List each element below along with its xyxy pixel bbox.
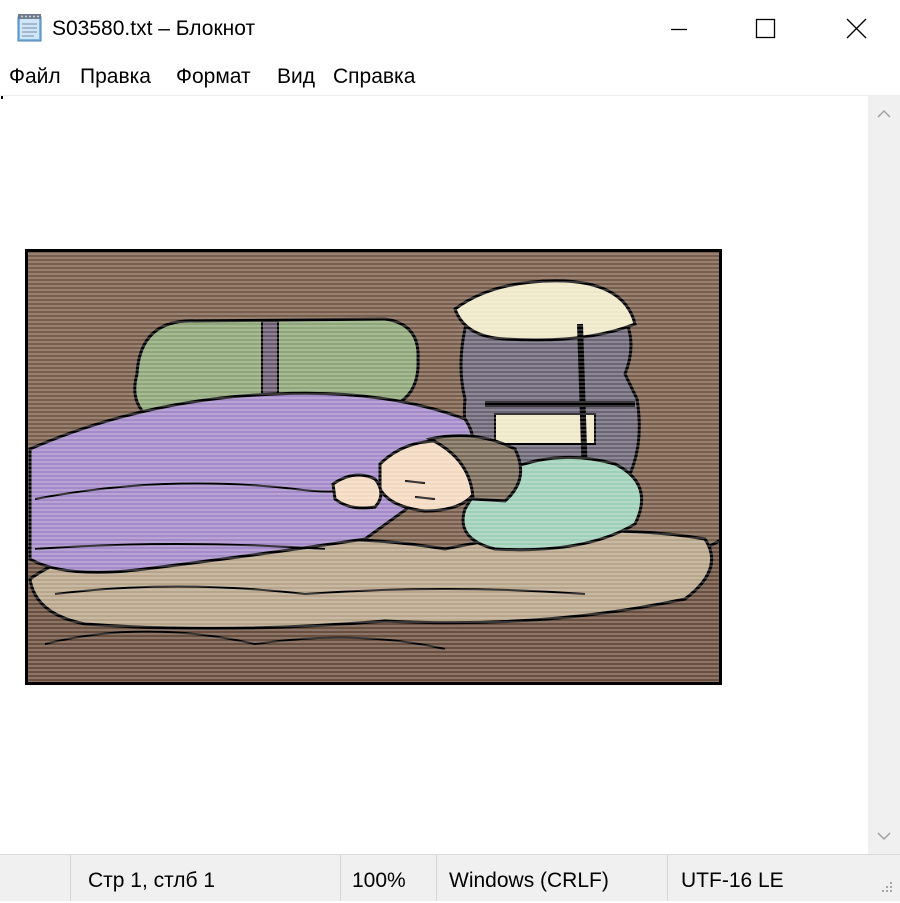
close-icon — [846, 18, 867, 39]
menu-file[interactable]: Файл — [9, 65, 61, 89]
zoom-level: 100% — [352, 869, 406, 892]
menu-format[interactable]: Формат — [176, 65, 251, 89]
scroll-up-button[interactable] — [868, 96, 900, 132]
maximize-icon — [755, 18, 776, 39]
maximize-button[interactable] — [720, 0, 812, 58]
status-separator — [667, 855, 668, 901]
notepad-icon — [16, 13, 44, 43]
menu-view[interactable]: Вид — [277, 65, 315, 89]
close-button[interactable] — [808, 0, 900, 58]
cursor-position: Стр 1, стлб 1 — [88, 869, 216, 892]
menu-help[interactable]: Справка — [333, 65, 415, 89]
resize-grip-icon[interactable] — [876, 878, 896, 898]
text-caret — [1, 96, 3, 99]
sleeping-camper-illustration — [23, 249, 724, 687]
scroll-up-arrow-icon — [877, 109, 891, 118]
menu-edit[interactable]: Правка — [80, 65, 151, 89]
encoding: UTF-16 LE — [681, 869, 784, 892]
minimize-button[interactable] — [632, 0, 724, 58]
scroll-down-arrow-icon — [877, 832, 891, 841]
vertical-scrollbar[interactable] — [868, 96, 900, 854]
status-separator — [70, 855, 71, 901]
line-ending: Windows (CRLF) — [449, 869, 609, 892]
status-separator — [436, 855, 437, 901]
status-separator — [340, 855, 341, 901]
scroll-down-button[interactable] — [868, 818, 900, 854]
menu-bar: Файл Правка Формат Вид Справка — [0, 58, 900, 96]
minimize-icon — [671, 28, 687, 31]
status-bar: Стр 1, стлб 1 100% Windows (CRLF) UTF-16… — [0, 854, 900, 901]
title-bar: S03580.txt – Блокнот — [0, 0, 900, 58]
window-title: S03580.txt – Блокнот — [52, 17, 256, 40]
